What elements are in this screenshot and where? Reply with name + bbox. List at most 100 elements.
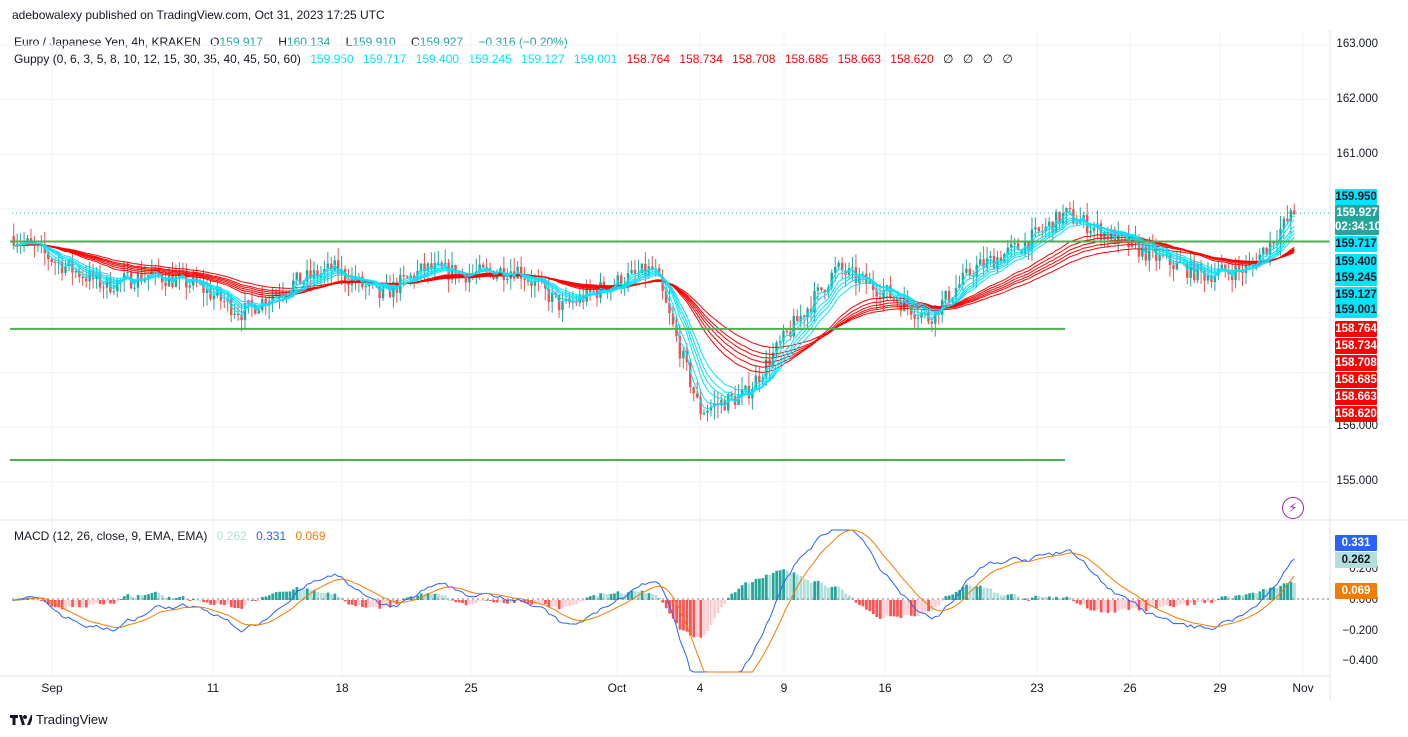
macd-histogram-bar	[813, 581, 817, 600]
macd-histogram-bar	[1117, 600, 1120, 611]
candle-body	[858, 275, 861, 283]
time-tick: 9	[780, 681, 788, 695]
candle-body	[965, 268, 968, 273]
macd-histogram-bar	[854, 600, 858, 603]
macd-histogram-bar	[1044, 596, 1048, 600]
candle-body	[785, 330, 789, 333]
macd-histogram-bar	[906, 600, 910, 615]
macd-tick: −0.200	[1342, 625, 1379, 637]
candle-body	[968, 268, 972, 276]
macd-histogram-bar	[1106, 600, 1110, 614]
time-tick: 26	[1123, 681, 1137, 695]
macd-histogram-bar	[1196, 600, 1200, 603]
macd-histogram-bar	[1199, 600, 1203, 602]
candle-body	[630, 269, 633, 274]
macd-histogram-bar	[1168, 600, 1172, 607]
macd-histogram-bar	[1234, 595, 1238, 600]
macd-histogram-bar	[578, 600, 582, 602]
macd-histogram-bar	[112, 600, 116, 604]
macd-histogram-bar	[202, 600, 206, 603]
macd-histogram-bar	[464, 600, 468, 606]
candle-body	[930, 321, 934, 324]
macd-histogram-bar	[1289, 581, 1293, 600]
macd-histogram-bar	[502, 600, 506, 603]
macd-histogram-bar	[471, 600, 475, 605]
macd-histogram-bar	[564, 600, 568, 607]
macd-histogram-bar	[1182, 600, 1186, 604]
candle-body	[402, 275, 405, 277]
macd-histogram-bar	[868, 600, 872, 612]
macd-histogram-bar	[771, 572, 775, 600]
macd-histogram-bar	[764, 574, 768, 600]
macd-histogram-bar	[1072, 600, 1075, 601]
macd-histogram-bar	[1206, 600, 1210, 603]
macd-signal-value: 0.069	[295, 529, 326, 543]
time-tick: Nov	[1292, 681, 1314, 695]
macd-histogram-bar	[740, 585, 744, 600]
macd-histogram-bar	[661, 600, 665, 603]
macd-histogram-bar	[492, 600, 496, 603]
macd-histogram-bar	[74, 600, 78, 607]
macd-histogram-bar	[495, 600, 499, 603]
candle-body	[167, 274, 171, 287]
macd-histogram-bar	[644, 593, 647, 600]
macd-histogram-bar	[1054, 596, 1058, 600]
macd-histogram-value: 0.262	[216, 529, 247, 543]
candle-body	[164, 282, 167, 287]
macd-histogram-bar	[36, 599, 40, 601]
macd-histogram-bar	[205, 600, 209, 603]
macd-histogram-bar	[447, 599, 451, 601]
macd-histogram-bar	[450, 599, 454, 601]
macd-histogram-bar	[678, 600, 682, 630]
macd-histogram-bar	[243, 600, 247, 605]
candle-body	[519, 266, 523, 279]
price-tag: 158.708	[1335, 355, 1377, 371]
macd-histogram-bar	[305, 588, 309, 600]
candle-body	[1237, 265, 1241, 270]
macd-histogram-bar	[833, 586, 837, 600]
price-tick: 155.000	[1336, 475, 1378, 487]
macd-histogram-bar	[209, 600, 213, 605]
macd-histogram-bar	[1127, 600, 1131, 610]
macd-histogram-bar	[550, 600, 554, 607]
candle-body	[257, 310, 260, 314]
macd-histogram-bar	[1092, 600, 1096, 611]
chart-canvas[interactable]	[0, 0, 1408, 737]
time-tick: Oct	[607, 681, 627, 695]
macd-histogram-bar	[896, 600, 899, 617]
macd-histogram-bar	[875, 600, 879, 618]
macd-histogram-bar	[709, 600, 713, 625]
macd-histogram-bar	[1113, 600, 1117, 613]
macd-histogram-bar	[809, 582, 813, 600]
macd-histogram-bar	[575, 600, 578, 605]
macd-histogram-bar	[554, 600, 558, 607]
macd-histogram-bar	[916, 600, 920, 616]
macd-histogram-bar	[588, 596, 592, 600]
macd-histogram-bar	[1120, 600, 1124, 610]
lightning-icon[interactable]: ⚡	[1282, 497, 1304, 519]
tradingview-footer[interactable]: TradingView	[10, 712, 108, 727]
macd-histogram-bar	[571, 600, 575, 605]
macd-histogram-bar	[737, 588, 741, 600]
macd-histogram-bar	[1179, 600, 1182, 605]
macd-histogram-bar	[343, 600, 347, 602]
macd-histogram-bar	[1186, 600, 1189, 606]
macd-histogram-bar	[167, 596, 171, 600]
macd-histogram-bar	[1110, 600, 1113, 612]
macd-histogram-bar	[433, 593, 437, 600]
macd-histogram-bar	[789, 573, 792, 600]
macd-histogram-bar	[116, 600, 119, 602]
price-tag: 159.717	[1335, 236, 1377, 252]
guppy-long-line	[13, 243, 1295, 355]
macd-title: MACD (12, 26, close, 9, EMA, EMA)	[14, 529, 208, 543]
candle-body	[834, 266, 837, 273]
time-tick: 18	[335, 681, 349, 695]
macd-histogram-bar	[67, 600, 71, 607]
macd-histogram-bar	[485, 599, 489, 601]
macd-histogram-bar	[354, 600, 357, 607]
price-tag: 158.620	[1335, 406, 1377, 422]
candle-body	[1034, 227, 1037, 230]
candle-body	[702, 412, 706, 415]
macd-histogram-bar	[937, 600, 941, 606]
macd-histogram-bar	[164, 597, 168, 600]
